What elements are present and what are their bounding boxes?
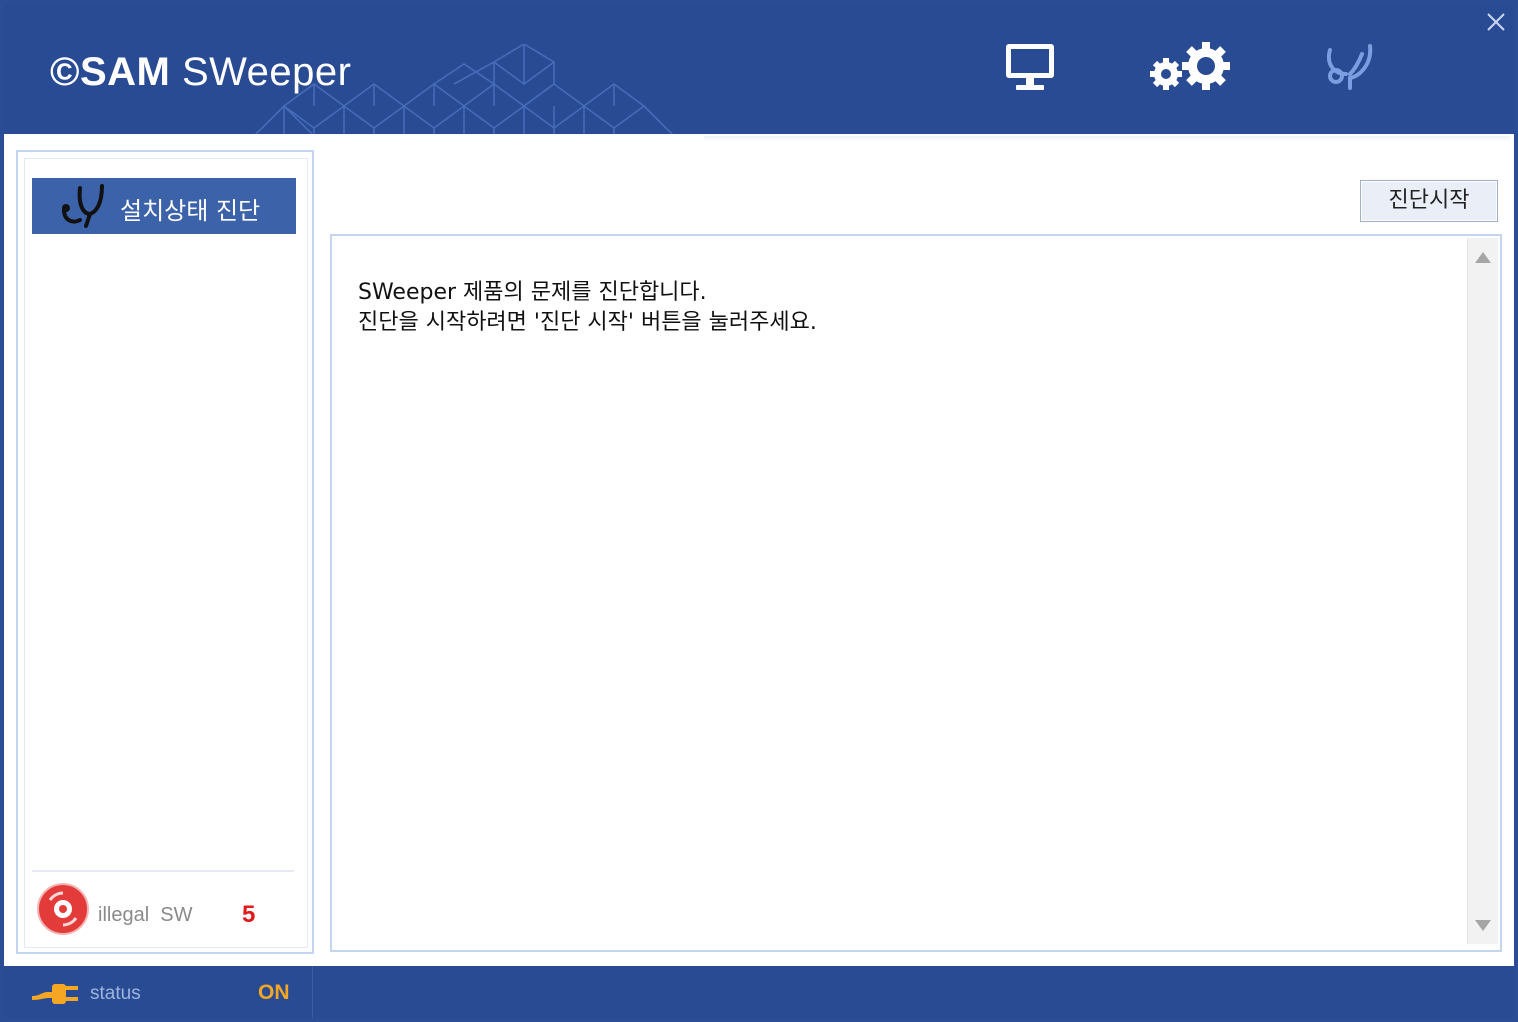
message-line: 진단을 시작하려면 '진단 시작' 버튼을 눌러주세요. bbox=[358, 310, 817, 335]
illegal-sw-count: 5 bbox=[242, 901, 256, 928]
status-label: status bbox=[90, 983, 141, 1004]
status-bar: status ON bbox=[4, 966, 1514, 1018]
sidebar-divider bbox=[32, 870, 294, 872]
sidebar-panel: 설치상태 진단 illegal SW 5 bbox=[16, 150, 314, 954]
header-shadow bbox=[704, 136, 1510, 142]
stethoscope-icon bbox=[62, 184, 104, 228]
close-icon[interactable] bbox=[1482, 8, 1510, 36]
plug-icon bbox=[32, 984, 78, 1004]
scroll-up-arrow-icon[interactable] bbox=[1468, 242, 1498, 272]
disc-icon bbox=[37, 883, 89, 935]
start-diagnosis-button[interactable]: 진단시작 bbox=[1360, 180, 1498, 222]
header-bar: ©SAM SWeeper bbox=[4, 4, 1514, 134]
sidebar-item-label: 설치상태 진단 bbox=[120, 197, 261, 225]
vertical-scrollbar[interactable] bbox=[1467, 238, 1498, 944]
sidebar-item-install-diagnosis[interactable]: 설치상태 진단 bbox=[32, 178, 296, 234]
status-value: ON bbox=[258, 981, 290, 1004]
scroll-down-arrow-icon[interactable] bbox=[1468, 910, 1498, 940]
status-separator bbox=[312, 966, 313, 1018]
header-cube-pattern bbox=[254, 44, 674, 134]
illegal-sw-label: illegal SW bbox=[98, 904, 193, 926]
message-line: SWeeper 제품의 문제를 진단합니다. bbox=[358, 280, 707, 305]
sidebar-inner bbox=[24, 158, 308, 948]
illegal-sw-counter[interactable]: illegal SW 5 bbox=[36, 882, 296, 938]
diagnosis-output-area[interactable]: SWeeper 제품의 문제를 진단합니다. 진단을 시작하려면 '진단 시작'… bbox=[330, 234, 1502, 952]
app-window: ©SAM SWeeper 설치상태 진단 illegal SW 5 진단시작 S… bbox=[0, 0, 1518, 1022]
gears-icon[interactable] bbox=[1146, 40, 1236, 96]
stethoscope-icon[interactable] bbox=[1320, 40, 1380, 96]
monitor-icon[interactable] bbox=[1000, 40, 1060, 96]
logo-brand: ©SAM bbox=[50, 50, 171, 94]
